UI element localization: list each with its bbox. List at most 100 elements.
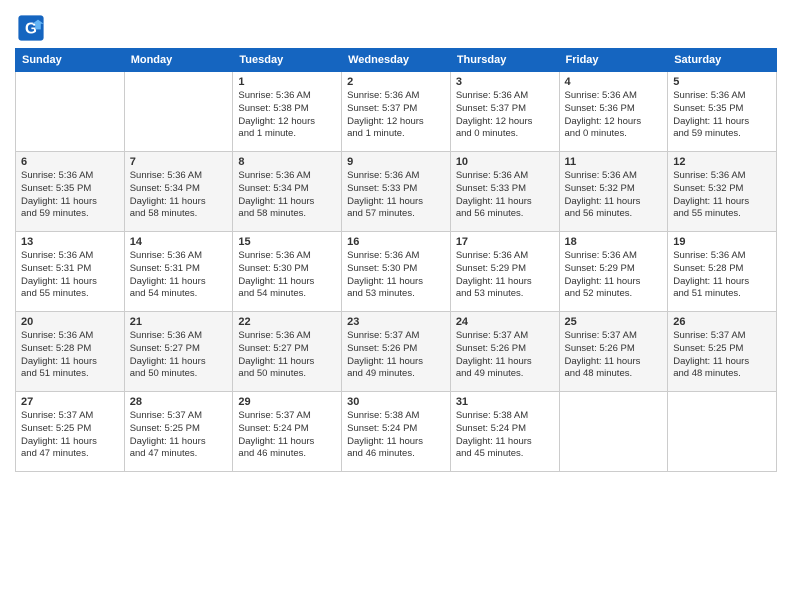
day-info: Sunrise: 5:36 AM Sunset: 5:32 PM Dayligh… xyxy=(565,170,663,221)
day-number: 20 xyxy=(21,316,119,328)
calendar-cell: 31 Sunrise: 5:38 AM Sunset: 5:24 PM Dayli… xyxy=(450,392,559,472)
day-info: Sunrise: 5:38 AM Sunset: 5:24 PM Dayligh… xyxy=(456,410,554,461)
week-row-2: 6Sunrise: 5:36 AM Sunset: 5:35 PM Daylig… xyxy=(16,152,777,232)
day-number: 25 xyxy=(565,316,663,328)
day-info: Sunrise: 5:36 AM Sunset: 5:34 PM Dayligh… xyxy=(238,170,336,221)
day-number: 10 xyxy=(456,156,554,168)
day-info: Sunrise: 5:37 AM Sunset: 5:25 PM Dayligh… xyxy=(21,410,119,461)
day-number: 13 xyxy=(21,236,119,248)
day-info: Sunrise: 5:36 AM Sunset: 5:33 PM Dayligh… xyxy=(347,170,445,221)
calendar-cell: 19 Sunrise: 5:36 AM Sunset: 5:28 PM Dayli… xyxy=(668,232,777,312)
day-info: Sunrise: 5:36 AM Sunset: 5:30 PM Dayligh… xyxy=(347,250,445,301)
weekday-header-thursday: Thursday xyxy=(450,49,559,72)
day-info: Sunrise: 5:36 AM Sunset: 5:30 PM Dayligh… xyxy=(238,250,336,301)
day-number: 12 xyxy=(673,156,771,168)
day-info: Sunrise: 5:36 AM Sunset: 5:28 PM Dayligh… xyxy=(673,250,771,301)
day-number: 5 xyxy=(673,76,771,88)
day-info: Sunrise: 5:36 AM Sunset: 5:29 PM Dayligh… xyxy=(565,250,663,301)
calendar-cell: 26 Sunrise: 5:37 AM Sunset: 5:25 PM Dayli… xyxy=(668,312,777,392)
calendar-cell: 1 Sunrise: 5:36 AM Sunset: 5:38 PM Daylig… xyxy=(233,72,342,152)
day-info: Sunrise: 5:36 AM Sunset: 5:38 PM Dayligh… xyxy=(238,90,336,141)
header: G xyxy=(15,10,777,42)
calendar-cell: 6Sunrise: 5:36 AM Sunset: 5:35 PM Daylig… xyxy=(16,152,125,232)
day-info: Sunrise: 5:37 AM Sunset: 5:25 PM Dayligh… xyxy=(673,330,771,381)
day-number: 29 xyxy=(238,396,336,408)
day-info: Sunrise: 5:36 AM Sunset: 5:27 PM Dayligh… xyxy=(130,330,228,381)
calendar-cell: 14 Sunrise: 5:36 AM Sunset: 5:31 PM Dayli… xyxy=(124,232,233,312)
day-number: 30 xyxy=(347,396,445,408)
calendar-cell: 23 Sunrise: 5:37 AM Sunset: 5:26 PM Dayli… xyxy=(342,312,451,392)
day-info: Sunrise: 5:36 AM Sunset: 5:31 PM Dayligh… xyxy=(21,250,119,301)
week-row-5: 27 Sunrise: 5:37 AM Sunset: 5:25 PM Dayli… xyxy=(16,392,777,472)
day-info: Sunrise: 5:37 AM Sunset: 5:26 PM Dayligh… xyxy=(565,330,663,381)
day-number: 23 xyxy=(347,316,445,328)
day-info: Sunrise: 5:36 AM Sunset: 5:34 PM Dayligh… xyxy=(130,170,228,221)
day-number: 24 xyxy=(456,316,554,328)
weekday-header-tuesday: Tuesday xyxy=(233,49,342,72)
calendar-cell: 2 Sunrise: 5:36 AM Sunset: 5:37 PM Daylig… xyxy=(342,72,451,152)
calendar-cell: 28 Sunrise: 5:37 AM Sunset: 5:25 PM Dayli… xyxy=(124,392,233,472)
day-number: 15 xyxy=(238,236,336,248)
calendar-cell: 15 Sunrise: 5:36 AM Sunset: 5:30 PM Dayli… xyxy=(233,232,342,312)
day-number: 9 xyxy=(347,156,445,168)
calendar-cell: 5 Sunrise: 5:36 AM Sunset: 5:35 PM Daylig… xyxy=(668,72,777,152)
calendar-cell xyxy=(668,392,777,472)
day-info: Sunrise: 5:36 AM Sunset: 5:33 PM Dayligh… xyxy=(456,170,554,221)
page: G SundayMondayTuesdayWednesdayThursdayFr… xyxy=(0,0,792,612)
day-number: 3 xyxy=(456,76,554,88)
calendar-cell xyxy=(559,392,668,472)
day-info: Sunrise: 5:37 AM Sunset: 5:26 PM Dayligh… xyxy=(456,330,554,381)
day-info: Sunrise: 5:36 AM Sunset: 5:31 PM Dayligh… xyxy=(130,250,228,301)
calendar-cell: 9 Sunrise: 5:36 AM Sunset: 5:33 PM Daylig… xyxy=(342,152,451,232)
day-number: 11 xyxy=(565,156,663,168)
week-row-4: 20Sunrise: 5:36 AM Sunset: 5:28 PM Dayli… xyxy=(16,312,777,392)
day-info: Sunrise: 5:36 AM Sunset: 5:29 PM Dayligh… xyxy=(456,250,554,301)
weekday-header-wednesday: Wednesday xyxy=(342,49,451,72)
day-number: 14 xyxy=(130,236,228,248)
calendar-cell: 21 Sunrise: 5:36 AM Sunset: 5:27 PM Dayli… xyxy=(124,312,233,392)
day-info: Sunrise: 5:36 AM Sunset: 5:37 PM Dayligh… xyxy=(456,90,554,141)
calendar-cell: 8 Sunrise: 5:36 AM Sunset: 5:34 PM Daylig… xyxy=(233,152,342,232)
calendar-cell: 7 Sunrise: 5:36 AM Sunset: 5:34 PM Daylig… xyxy=(124,152,233,232)
day-info: Sunrise: 5:38 AM Sunset: 5:24 PM Dayligh… xyxy=(347,410,445,461)
weekday-header-row: SundayMondayTuesdayWednesdayThursdayFrid… xyxy=(16,49,777,72)
logo-icon: G xyxy=(17,14,45,42)
day-info: Sunrise: 5:37 AM Sunset: 5:26 PM Dayligh… xyxy=(347,330,445,381)
day-number: 26 xyxy=(673,316,771,328)
calendar-cell: 24 Sunrise: 5:37 AM Sunset: 5:26 PM Dayli… xyxy=(450,312,559,392)
weekday-header-sunday: Sunday xyxy=(16,49,125,72)
calendar-cell: 25 Sunrise: 5:37 AM Sunset: 5:26 PM Dayli… xyxy=(559,312,668,392)
day-number: 18 xyxy=(565,236,663,248)
weekday-header-friday: Friday xyxy=(559,49,668,72)
day-number: 22 xyxy=(238,316,336,328)
calendar-cell: 27 Sunrise: 5:37 AM Sunset: 5:25 PM Dayli… xyxy=(16,392,125,472)
day-number: 2 xyxy=(347,76,445,88)
day-info: Sunrise: 5:36 AM Sunset: 5:32 PM Dayligh… xyxy=(673,170,771,221)
calendar: SundayMondayTuesdayWednesdayThursdayFrid… xyxy=(15,48,777,472)
calendar-cell xyxy=(124,72,233,152)
day-number: 7 xyxy=(130,156,228,168)
day-number: 27 xyxy=(21,396,119,408)
day-info: Sunrise: 5:36 AM Sunset: 5:35 PM Dayligh… xyxy=(21,170,119,221)
calendar-cell: 16Sunrise: 5:36 AM Sunset: 5:30 PM Dayli… xyxy=(342,232,451,312)
calendar-cell: 10 Sunrise: 5:36 AM Sunset: 5:33 PM Dayli… xyxy=(450,152,559,232)
day-number: 8 xyxy=(238,156,336,168)
week-row-1: 1 Sunrise: 5:36 AM Sunset: 5:38 PM Daylig… xyxy=(16,72,777,152)
calendar-cell: 13 Sunrise: 5:36 AM Sunset: 5:31 PM Dayli… xyxy=(16,232,125,312)
calendar-cell: 18 Sunrise: 5:36 AM Sunset: 5:29 PM Dayli… xyxy=(559,232,668,312)
calendar-cell xyxy=(16,72,125,152)
day-number: 19 xyxy=(673,236,771,248)
calendar-cell: 12 Sunrise: 5:36 AM Sunset: 5:32 PM Dayli… xyxy=(668,152,777,232)
day-number: 31 xyxy=(456,396,554,408)
day-info: Sunrise: 5:36 AM Sunset: 5:35 PM Dayligh… xyxy=(673,90,771,141)
logo: G xyxy=(15,14,49,42)
day-info: Sunrise: 5:37 AM Sunset: 5:25 PM Dayligh… xyxy=(130,410,228,461)
day-number: 28 xyxy=(130,396,228,408)
calendar-cell: 30 Sunrise: 5:38 AM Sunset: 5:24 PM Dayli… xyxy=(342,392,451,472)
day-info: Sunrise: 5:36 AM Sunset: 5:37 PM Dayligh… xyxy=(347,90,445,141)
day-number: 1 xyxy=(238,76,336,88)
weekday-header-saturday: Saturday xyxy=(668,49,777,72)
day-info: Sunrise: 5:36 AM Sunset: 5:27 PM Dayligh… xyxy=(238,330,336,381)
calendar-cell: 20Sunrise: 5:36 AM Sunset: 5:28 PM Dayli… xyxy=(16,312,125,392)
day-number: 21 xyxy=(130,316,228,328)
